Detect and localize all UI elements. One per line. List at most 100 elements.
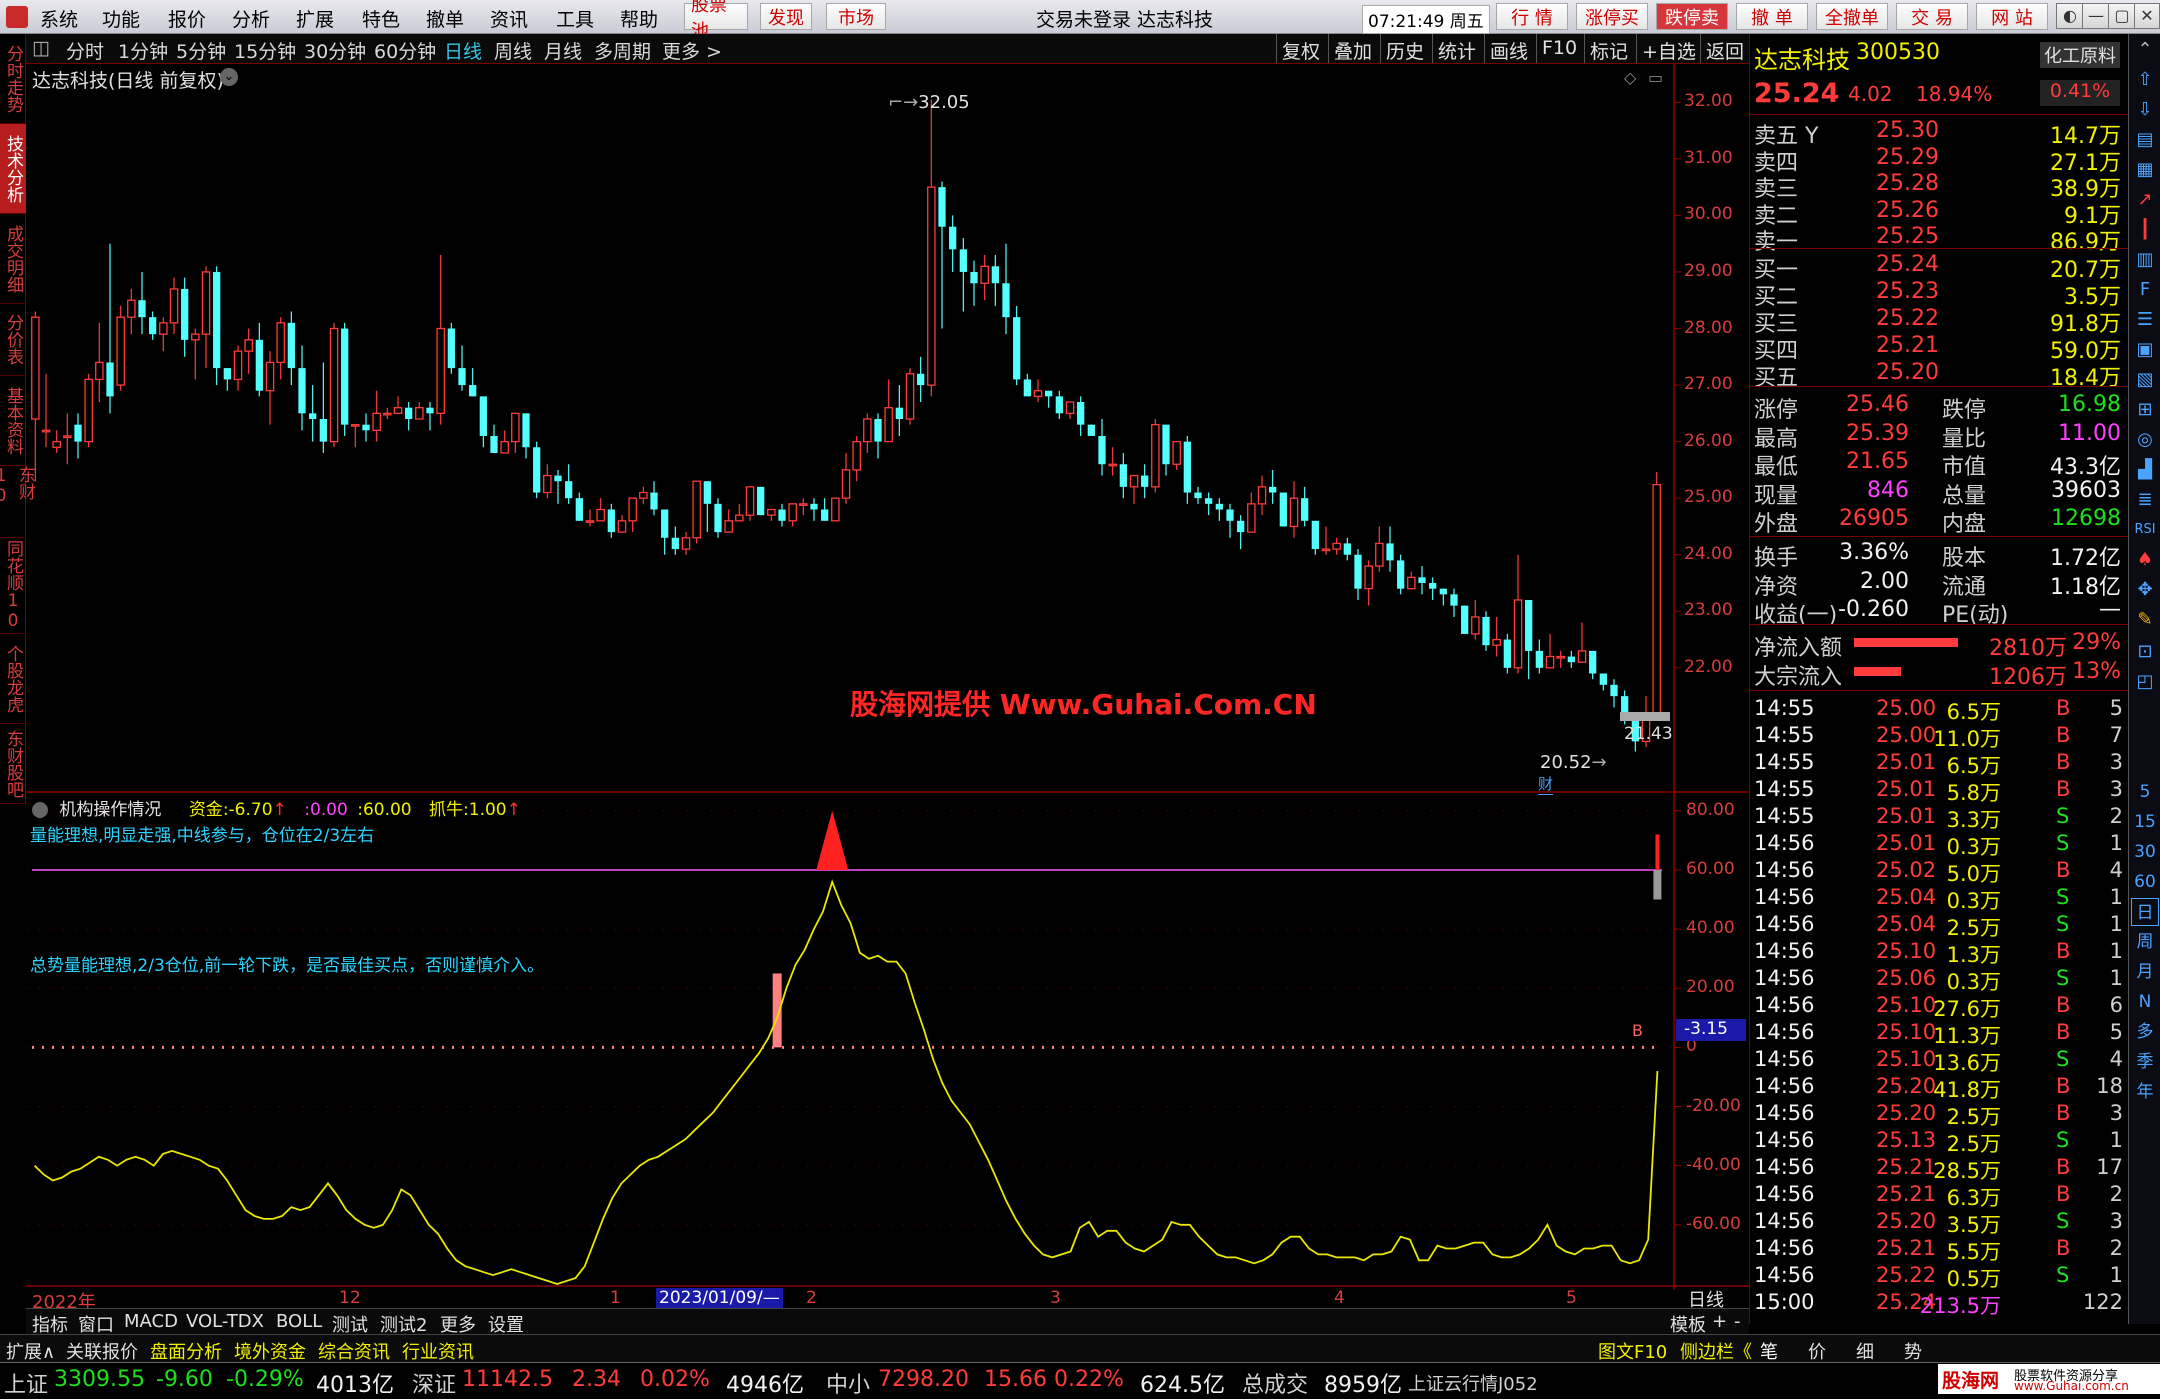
period-tab-60min[interactable]: 60分钟 (374, 37, 436, 64)
tick-row[interactable]: 14:56 25.02 5.0万 B 4 (1750, 858, 2129, 886)
industry-name[interactable]: 化工原料 (2040, 42, 2120, 68)
period-tab-multi[interactable]: 多周期 (594, 37, 651, 64)
document-icon[interactable]: ▤ (2133, 128, 2157, 152)
industry-news-tab[interactable]: 行业资讯 (402, 1338, 474, 1364)
history-button[interactable]: 历史 (1380, 34, 1429, 63)
scale-icon[interactable]: ⊡ (2133, 640, 2157, 664)
bar-chart-icon[interactable]: ▟ (2133, 458, 2157, 482)
tab-technical-analysis[interactable]: 技术分析 (0, 124, 26, 214)
chart-area[interactable]: 达志科技(日线 前复权) ⌄ ◇ ▭ 机构操作情况 资金:-6.70↑ :0.0… (26, 64, 1749, 1313)
sidebar-toggle[interactable]: 侧边栏《 (1680, 1338, 1752, 1364)
tab-detail[interactable]: 细 (1856, 1338, 1874, 1364)
menu-help[interactable]: 帮助 (620, 5, 658, 32)
f10-doc-icon[interactable]: ▧ (2133, 368, 2157, 392)
period-tab-more[interactable]: 更多 > (662, 37, 722, 64)
expand-icon[interactable]: ⌃ (2133, 38, 2157, 62)
menu-analysis[interactable]: 分析 (232, 5, 270, 32)
stack-icon[interactable]: ≣ (2133, 488, 2157, 512)
menu-tools[interactable]: 工具 (556, 5, 594, 32)
period-tab-daily[interactable]: 日线 (444, 37, 482, 64)
menu-special[interactable]: 特色 (362, 5, 400, 32)
tab-tonghuashun10[interactable]: 同花顺10 (0, 538, 26, 634)
buy-level-row[interactable]: 买五 25.20 18.4万 (1750, 360, 2129, 391)
tab-trade-details[interactable]: 成交明细 (0, 214, 26, 304)
collapse-icon[interactable]: ◫ (32, 37, 50, 59)
move-icon[interactable]: ✥ (2133, 578, 2157, 602)
cycle-button[interactable]: 60 (2131, 868, 2159, 896)
tab-dragon-tiger[interactable]: 个股龙虎 (0, 634, 26, 724)
overlay-button[interactable]: 叠加 (1328, 34, 1377, 63)
expand-box-icon[interactable]: ◰ (2133, 670, 2157, 694)
bell-icon[interactable]: ♠ (2133, 548, 2157, 572)
add-watchlist-button[interactable]: +自选 (1636, 34, 1701, 63)
cycle-button[interactable]: 季 (2131, 1048, 2159, 1076)
limit-down-sell-button[interactable]: 跌停卖 (1656, 3, 1728, 30)
indicator-options-icon[interactable] (32, 802, 48, 818)
extend-toggle[interactable]: 扩展∧ (6, 1338, 55, 1364)
f10-graphic-tab[interactable]: 图文F10 (1598, 1338, 1667, 1364)
cycle-button[interactable]: N (2131, 988, 2159, 1016)
menu-quote[interactable]: 报价 (168, 5, 206, 32)
tick-row[interactable]: 14:56 25.04 0.3万 S 1 (1750, 885, 2129, 913)
minimize-icon[interactable]: — (2082, 3, 2110, 29)
tick-row[interactable]: 14:56 25.20 41.8万 B 18 (1750, 1074, 2129, 1102)
candle-icon[interactable]: ┃ (2133, 218, 2157, 242)
cycle-button[interactable]: 年 (2131, 1078, 2159, 1106)
buy-level-row[interactable]: 买四 25.21 59.0万 (1750, 333, 2129, 364)
cycle-button[interactable]: 30 (2131, 838, 2159, 866)
tick-row[interactable]: 14:55 25.01 5.8万 B 3 (1750, 777, 2129, 805)
menu-function[interactable]: 功能 (102, 5, 140, 32)
skin-icon[interactable]: ◐ (2056, 3, 2084, 29)
menu-cancel-order[interactable]: 撤单 (426, 5, 464, 32)
period-tab-30min[interactable]: 30分钟 (304, 37, 366, 64)
tick-row[interactable]: 14:56 25.21 6.3万 B 2 (1750, 1182, 2129, 1210)
window-icon[interactable]: ▣ (2133, 338, 2157, 362)
table-icon[interactable]: ▥ (2133, 248, 2157, 272)
tick-row[interactable]: 14:56 25.21 5.5万 B 2 (1750, 1236, 2129, 1264)
period-tab-15min[interactable]: 15分钟 (234, 37, 296, 64)
sell-level-row[interactable]: 卖二 25.26 9.1万 (1750, 198, 2129, 229)
maximize-icon[interactable]: ▢ (2108, 3, 2136, 29)
tick-row[interactable]: 14:56 25.04 2.5万 S 1 (1750, 912, 2129, 940)
stock-pool-button[interactable]: 股票池 (684, 0, 748, 42)
market-analysis-tab[interactable]: 盘面分析 (150, 1338, 222, 1364)
chart-options-icon[interactable]: ⌄ (220, 68, 238, 86)
buy-level-row[interactable]: 买三 25.22 91.8万 (1750, 306, 2129, 337)
discover-button[interactable]: 发现 (760, 3, 812, 30)
circle-icon[interactable]: ◎ (2133, 428, 2157, 452)
mark-button[interactable]: 标记 (1584, 34, 1633, 63)
index-sh-name[interactable]: 上证 (4, 1367, 48, 1399)
trend-chart-icon[interactable]: ↗ (2133, 188, 2157, 212)
buy-level-row[interactable]: 买一 25.24 20.7万 (1750, 252, 2129, 283)
tab-price[interactable]: 价 (1808, 1338, 1826, 1364)
index-sz-name[interactable]: 深证 (412, 1367, 456, 1399)
f10-button[interactable]: F10 (1536, 34, 1582, 63)
menu-news[interactable]: 资讯 (490, 5, 528, 32)
buy-level-row[interactable]: 买二 25.23 3.5万 (1750, 279, 2129, 310)
grid-icon[interactable]: ▦ (2133, 158, 2157, 182)
back-button[interactable]: 返回 (1700, 34, 1749, 63)
foreign-fund-tab[interactable]: 境外资金 (234, 1338, 306, 1364)
cancel-all-button[interactable]: 全撤单 (1816, 3, 1888, 30)
rsi-icon[interactable]: RSI (2133, 518, 2157, 542)
finance-badge[interactable]: 财 (1538, 773, 1554, 795)
adjust-button[interactable]: 复权 (1276, 34, 1325, 63)
period-tab-monthly[interactable]: 月线 (544, 37, 582, 64)
sell-level-row[interactable]: 卖四 25.29 27.1万 (1750, 145, 2129, 176)
website-button[interactable]: 网 站 (1976, 3, 2048, 30)
brackets-icon[interactable]: ⊞ (2133, 398, 2157, 422)
cycle-button[interactable]: 日 (2131, 898, 2159, 926)
panel-icon[interactable]: ▭ (1648, 68, 1663, 87)
tab-boll[interactable]: BOLL (276, 1311, 322, 1332)
tab-price-table[interactable]: 分价表 (0, 304, 26, 376)
tick-row[interactable]: 14:56 25.13 2.5万 S 1 (1750, 1128, 2129, 1156)
tab-trend[interactable]: 势 (1904, 1338, 1922, 1364)
tick-row[interactable]: 14:55 25.01 6.5万 B 3 (1750, 750, 2129, 778)
arrow-down-icon[interactable]: ⇩ (2133, 98, 2157, 122)
cycle-button[interactable]: 多 (2131, 1018, 2159, 1046)
close-icon[interactable]: ✕ (2134, 3, 2160, 29)
f10-icon[interactable]: F (2133, 278, 2157, 302)
list-icon[interactable]: ☰ (2133, 308, 2157, 332)
tab-intraday[interactable]: 分时走势 (0, 34, 26, 124)
tick-row[interactable]: 14:56 25.10 1.3万 B 1 (1750, 939, 2129, 967)
